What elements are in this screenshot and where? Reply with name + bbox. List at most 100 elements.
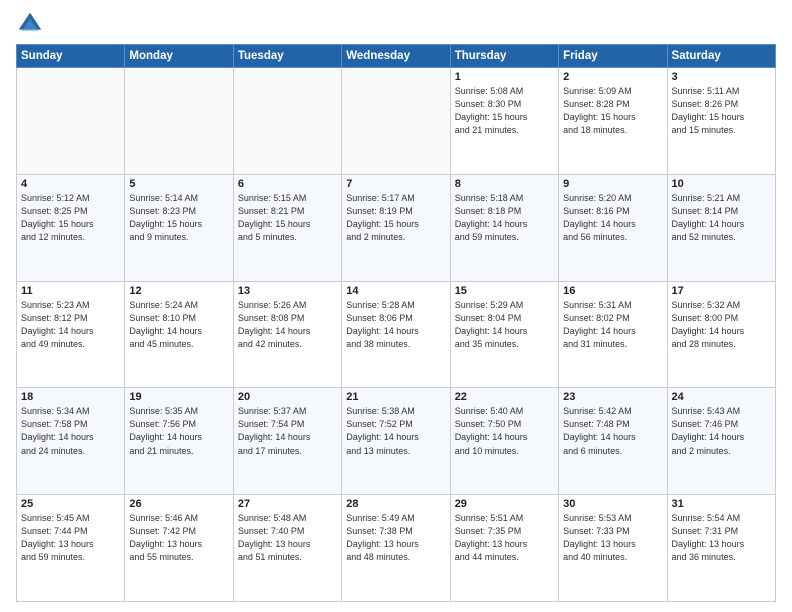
day-info: Sunrise: 5:29 AM Sunset: 8:04 PM Dayligh… xyxy=(455,299,554,351)
day-number: 7 xyxy=(346,178,445,190)
calendar-day-cell: 30 Sunrise: 5:53 AM Sunset: 7:33 PM Dayli… xyxy=(559,495,667,602)
day-info: Sunrise: 5:37 AM Sunset: 7:54 PM Dayligh… xyxy=(238,405,337,457)
calendar-day-header: Friday xyxy=(559,45,667,68)
calendar-day-cell: 31 Sunrise: 5:54 AM Sunset: 7:31 PM Dayli… xyxy=(667,495,775,602)
day-info: Sunrise: 5:09 AM Sunset: 8:28 PM Dayligh… xyxy=(563,85,662,137)
calendar-day-cell: 13 Sunrise: 5:26 AM Sunset: 8:08 PM Dayli… xyxy=(233,281,341,388)
day-info: Sunrise: 5:18 AM Sunset: 8:18 PM Dayligh… xyxy=(455,192,554,244)
day-info: Sunrise: 5:17 AM Sunset: 8:19 PM Dayligh… xyxy=(346,192,445,244)
calendar-day-cell: 19 Sunrise: 5:35 AM Sunset: 7:56 PM Dayli… xyxy=(125,388,233,495)
day-info: Sunrise: 5:38 AM Sunset: 7:52 PM Dayligh… xyxy=(346,405,445,457)
calendar-day-cell: 26 Sunrise: 5:46 AM Sunset: 7:42 PM Dayli… xyxy=(125,495,233,602)
day-info: Sunrise: 5:54 AM Sunset: 7:31 PM Dayligh… xyxy=(672,512,771,564)
day-number: 4 xyxy=(21,178,120,190)
calendar-day-cell: 16Sunrise: 5:31 AM Sunset: 8:02 PM Dayli… xyxy=(559,281,667,388)
day-info: Sunrise: 5:49 AM Sunset: 7:38 PM Dayligh… xyxy=(346,512,445,564)
day-info: Sunrise: 5:15 AM Sunset: 8:21 PM Dayligh… xyxy=(238,192,337,244)
calendar-day-header: Monday xyxy=(125,45,233,68)
calendar-week-row: 4 Sunrise: 5:12 AM Sunset: 8:25 PM Daylig… xyxy=(17,174,776,281)
day-info: Sunrise: 5:42 AM Sunset: 7:48 PM Dayligh… xyxy=(563,405,662,457)
day-number: 28 xyxy=(346,498,445,510)
day-info: Sunrise: 5:32 AM Sunset: 8:00 PM Dayligh… xyxy=(672,299,771,351)
calendar-day-cell: 17Sunrise: 5:32 AM Sunset: 8:00 PM Dayli… xyxy=(667,281,775,388)
day-info: Sunrise: 5:53 AM Sunset: 7:33 PM Dayligh… xyxy=(563,512,662,564)
day-number: 23 xyxy=(563,391,662,403)
calendar-day-cell: 5 Sunrise: 5:14 AM Sunset: 8:23 PM Daylig… xyxy=(125,174,233,281)
day-info: Sunrise: 5:51 AM Sunset: 7:35 PM Dayligh… xyxy=(455,512,554,564)
calendar-day-cell xyxy=(233,68,341,175)
calendar-day-cell: 28 Sunrise: 5:49 AM Sunset: 7:38 PM Dayli… xyxy=(342,495,450,602)
calendar-day-cell: 2 Sunrise: 5:09 AM Sunset: 8:28 PM Daylig… xyxy=(559,68,667,175)
day-number: 13 xyxy=(238,285,337,297)
calendar-week-row: 18Sunrise: 5:34 AM Sunset: 7:58 PM Dayli… xyxy=(17,388,776,495)
calendar-day-cell: 14 Sunrise: 5:28 AM Sunset: 8:06 PM Dayli… xyxy=(342,281,450,388)
header xyxy=(16,10,776,38)
day-number: 8 xyxy=(455,178,554,190)
day-info: Sunrise: 5:08 AM Sunset: 8:30 PM Dayligh… xyxy=(455,85,554,137)
day-number: 1 xyxy=(455,71,554,83)
calendar-day-cell: 20 Sunrise: 5:37 AM Sunset: 7:54 PM Dayli… xyxy=(233,388,341,495)
calendar-day-cell xyxy=(17,68,125,175)
day-info: Sunrise: 5:12 AM Sunset: 8:25 PM Dayligh… xyxy=(21,192,120,244)
day-info: Sunrise: 5:34 AM Sunset: 7:58 PM Dayligh… xyxy=(21,405,120,457)
calendar-day-cell: 21Sunrise: 5:38 AM Sunset: 7:52 PM Dayli… xyxy=(342,388,450,495)
day-info: Sunrise: 5:23 AM Sunset: 8:12 PM Dayligh… xyxy=(21,299,120,351)
day-number: 25 xyxy=(21,498,120,510)
calendar-day-cell xyxy=(342,68,450,175)
calendar-day-cell: 15Sunrise: 5:29 AM Sunset: 8:04 PM Dayli… xyxy=(450,281,558,388)
day-info: Sunrise: 5:24 AM Sunset: 8:10 PM Dayligh… xyxy=(129,299,228,351)
day-info: Sunrise: 5:28 AM Sunset: 8:06 PM Dayligh… xyxy=(346,299,445,351)
day-number: 26 xyxy=(129,498,228,510)
day-info: Sunrise: 5:45 AM Sunset: 7:44 PM Dayligh… xyxy=(21,512,120,564)
page: SundayMondayTuesdayWednesdayThursdayFrid… xyxy=(0,0,792,612)
day-number: 29 xyxy=(455,498,554,510)
calendar-week-row: 1 Sunrise: 5:08 AM Sunset: 8:30 PM Daylig… xyxy=(17,68,776,175)
day-number: 3 xyxy=(672,71,771,83)
calendar-day-cell: 22 Sunrise: 5:40 AM Sunset: 7:50 PM Dayli… xyxy=(450,388,558,495)
calendar-day-header: Tuesday xyxy=(233,45,341,68)
day-number: 31 xyxy=(672,498,771,510)
day-number: 20 xyxy=(238,391,337,403)
day-number: 5 xyxy=(129,178,228,190)
calendar-week-row: 25 Sunrise: 5:45 AM Sunset: 7:44 PM Dayli… xyxy=(17,495,776,602)
calendar-day-cell: 4 Sunrise: 5:12 AM Sunset: 8:25 PM Daylig… xyxy=(17,174,125,281)
calendar-day-cell: 24Sunrise: 5:43 AM Sunset: 7:46 PM Dayli… xyxy=(667,388,775,495)
day-number: 22 xyxy=(455,391,554,403)
day-info: Sunrise: 5:40 AM Sunset: 7:50 PM Dayligh… xyxy=(455,405,554,457)
logo xyxy=(16,10,48,38)
day-info: Sunrise: 5:11 AM Sunset: 8:26 PM Dayligh… xyxy=(672,85,771,137)
day-number: 14 xyxy=(346,285,445,297)
calendar-day-cell: 8 Sunrise: 5:18 AM Sunset: 8:18 PM Daylig… xyxy=(450,174,558,281)
day-info: Sunrise: 5:26 AM Sunset: 8:08 PM Dayligh… xyxy=(238,299,337,351)
day-number: 2 xyxy=(563,71,662,83)
calendar-day-cell: 3 Sunrise: 5:11 AM Sunset: 8:26 PM Daylig… xyxy=(667,68,775,175)
logo-icon xyxy=(16,10,44,38)
day-info: Sunrise: 5:14 AM Sunset: 8:23 PM Dayligh… xyxy=(129,192,228,244)
calendar-day-cell: 12 Sunrise: 5:24 AM Sunset: 8:10 PM Dayli… xyxy=(125,281,233,388)
calendar-day-cell: 11 Sunrise: 5:23 AM Sunset: 8:12 PM Dayli… xyxy=(17,281,125,388)
day-number: 24 xyxy=(672,391,771,403)
day-info: Sunrise: 5:35 AM Sunset: 7:56 PM Dayligh… xyxy=(129,405,228,457)
calendar-day-cell: 9Sunrise: 5:20 AM Sunset: 8:16 PM Daylig… xyxy=(559,174,667,281)
day-number: 10 xyxy=(672,178,771,190)
day-number: 9 xyxy=(563,178,662,190)
calendar-day-cell: 27Sunrise: 5:48 AM Sunset: 7:40 PM Dayli… xyxy=(233,495,341,602)
day-number: 6 xyxy=(238,178,337,190)
calendar-day-cell: 7 Sunrise: 5:17 AM Sunset: 8:19 PM Daylig… xyxy=(342,174,450,281)
day-info: Sunrise: 5:46 AM Sunset: 7:42 PM Dayligh… xyxy=(129,512,228,564)
day-info: Sunrise: 5:31 AM Sunset: 8:02 PM Dayligh… xyxy=(563,299,662,351)
calendar-day-cell: 6 Sunrise: 5:15 AM Sunset: 8:21 PM Daylig… xyxy=(233,174,341,281)
calendar-day-cell: 10 Sunrise: 5:21 AM Sunset: 8:14 PM Dayli… xyxy=(667,174,775,281)
day-number: 19 xyxy=(129,391,228,403)
day-number: 30 xyxy=(563,498,662,510)
calendar-day-header: Wednesday xyxy=(342,45,450,68)
day-number: 12 xyxy=(129,285,228,297)
calendar-day-cell: 18Sunrise: 5:34 AM Sunset: 7:58 PM Dayli… xyxy=(17,388,125,495)
calendar-day-cell: 29 Sunrise: 5:51 AM Sunset: 7:35 PM Dayli… xyxy=(450,495,558,602)
day-info: Sunrise: 5:21 AM Sunset: 8:14 PM Dayligh… xyxy=(672,192,771,244)
calendar-day-header: Thursday xyxy=(450,45,558,68)
calendar-week-row: 11 Sunrise: 5:23 AM Sunset: 8:12 PM Dayli… xyxy=(17,281,776,388)
calendar-day-cell xyxy=(125,68,233,175)
calendar-day-cell: 1 Sunrise: 5:08 AM Sunset: 8:30 PM Daylig… xyxy=(450,68,558,175)
day-number: 11 xyxy=(21,285,120,297)
